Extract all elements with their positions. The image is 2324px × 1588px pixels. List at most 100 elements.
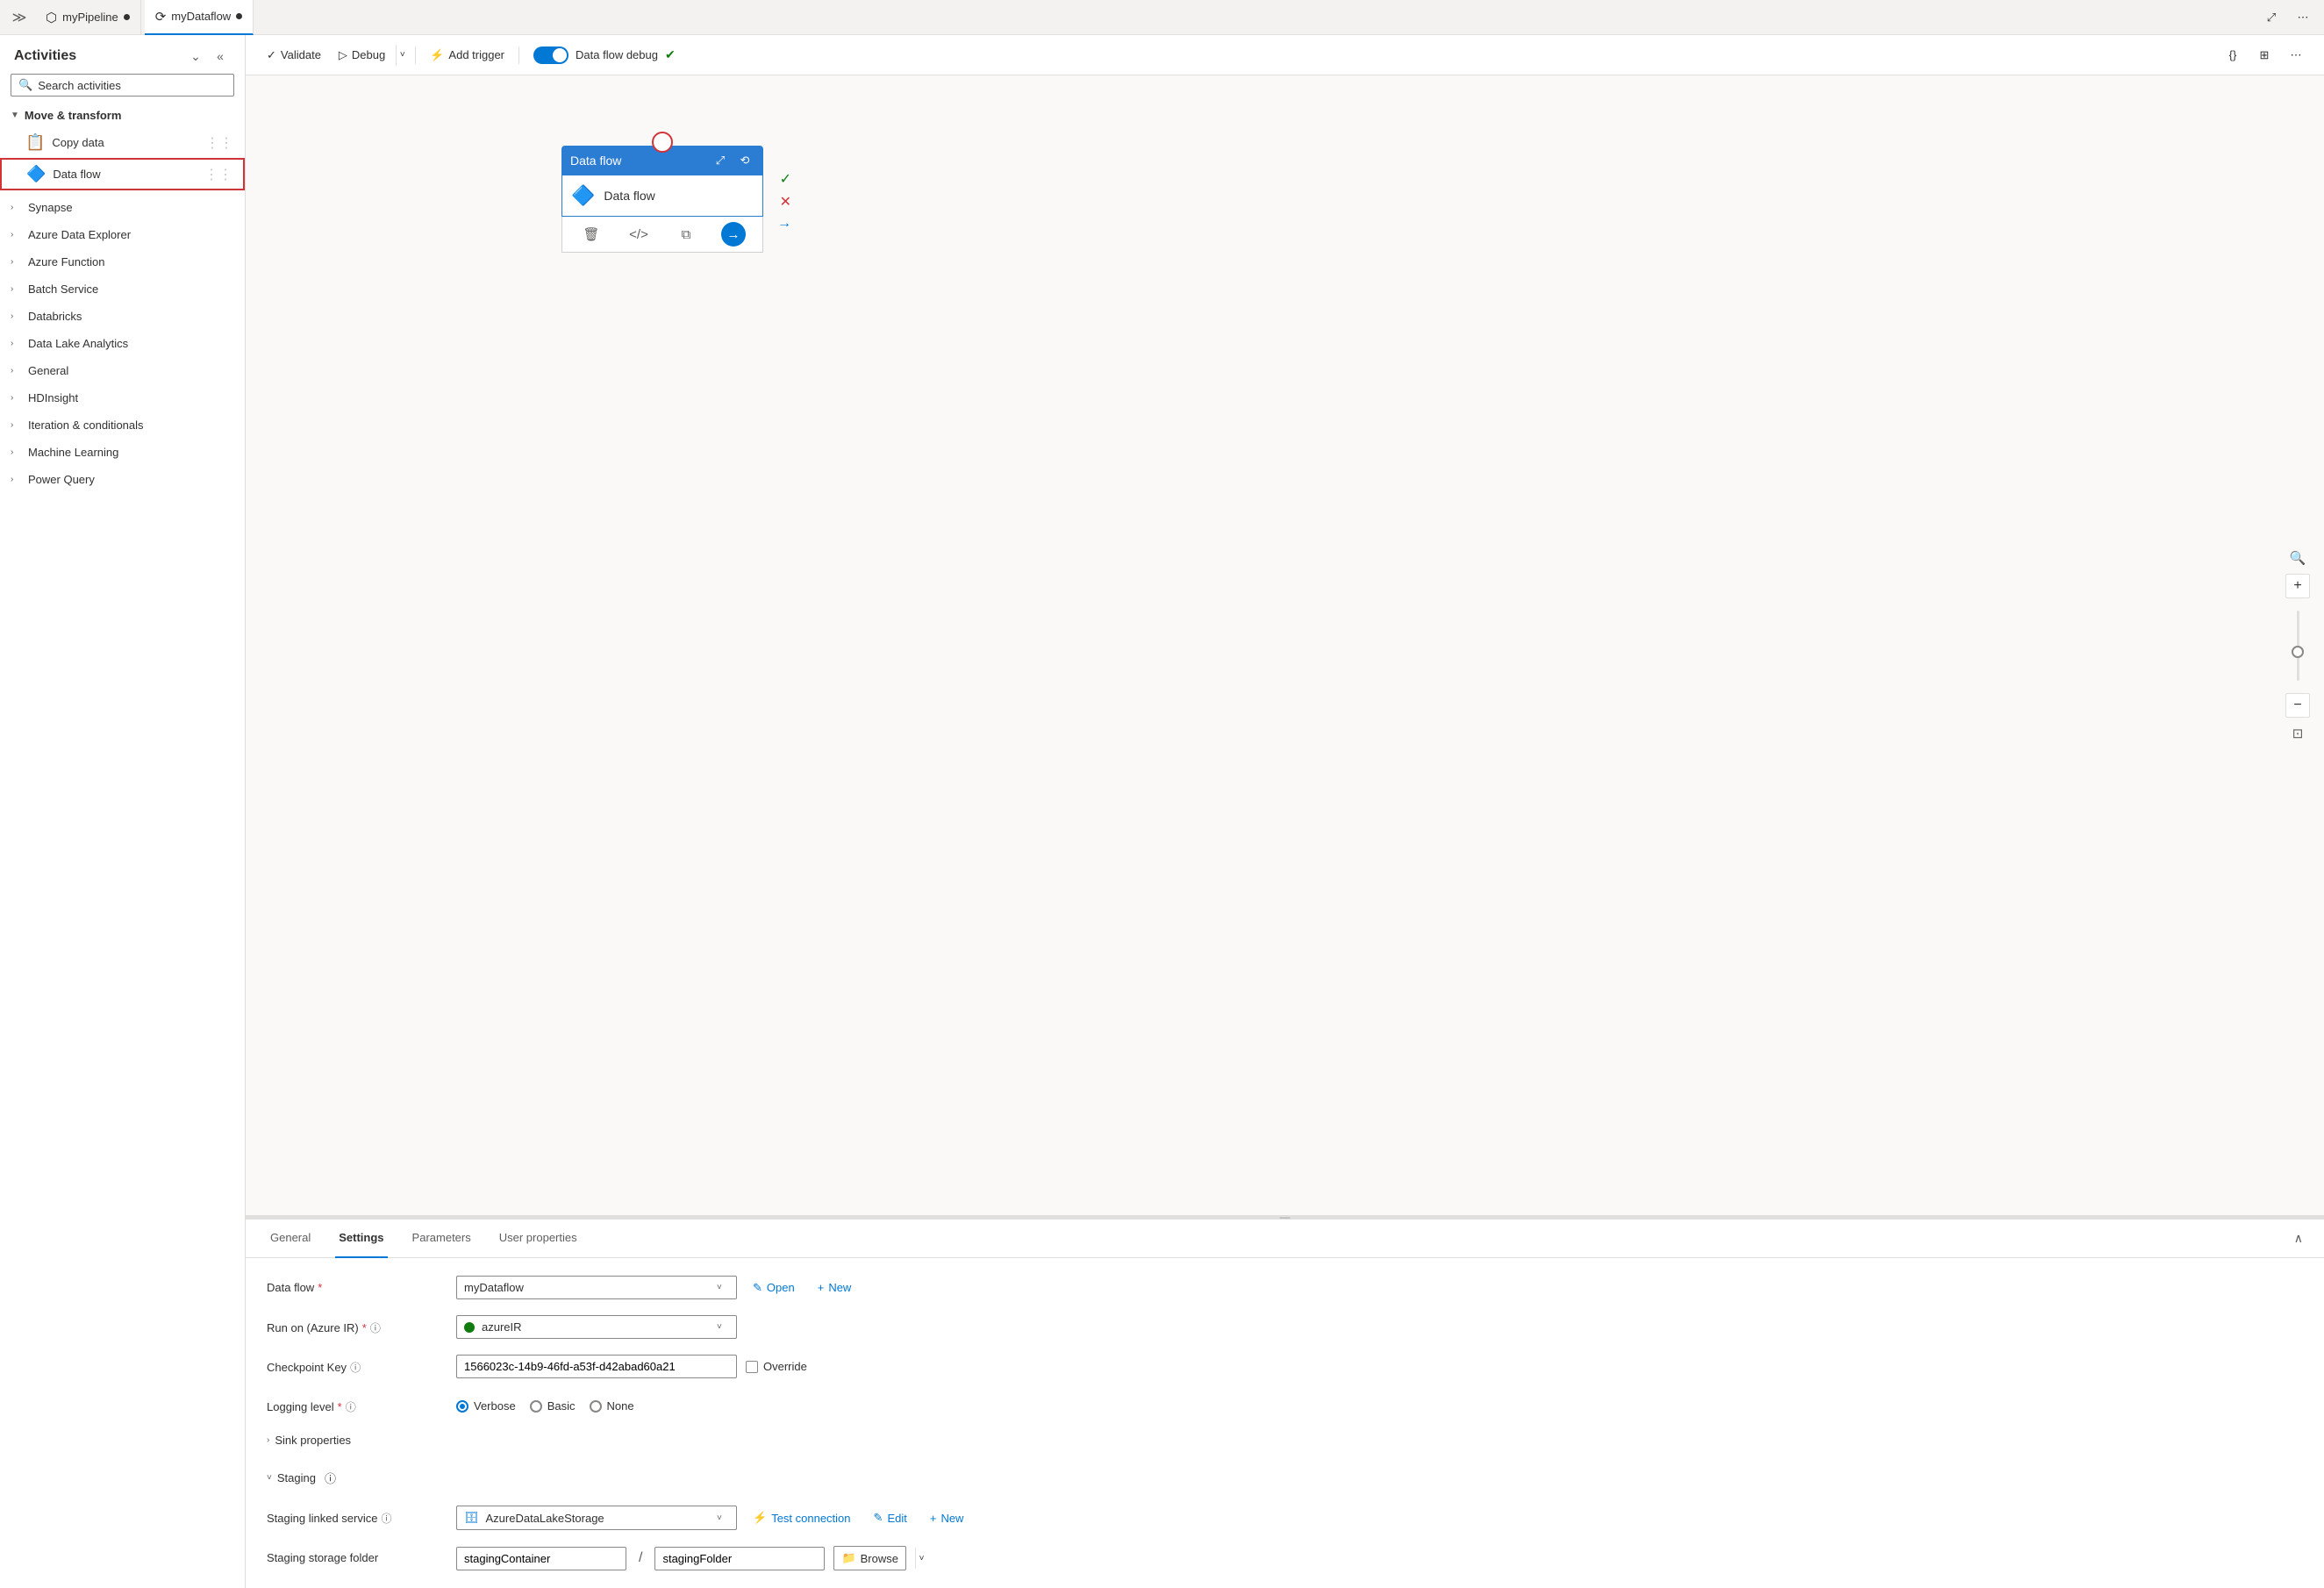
browse-btn[interactable]: 📁 Browse	[833, 1546, 906, 1570]
tab-pipeline[interactable]: ⬡ myPipeline	[35, 0, 141, 35]
node-complete-connector[interactable]: →	[777, 216, 791, 232]
new-staging-btn[interactable]: + New	[923, 1507, 971, 1529]
zoom-fit-btn[interactable]: ⊡	[2285, 721, 2310, 746]
code-icon-btn[interactable]: {}	[2219, 41, 2247, 69]
none-radio-btn[interactable]	[590, 1400, 602, 1413]
toggle-knob	[553, 48, 567, 62]
dataflow-tab-label: myDataflow	[171, 10, 231, 23]
copy-data-icon: 📋	[25, 133, 45, 152]
chevron-right-icon: ›	[11, 230, 23, 240]
edit-icon: ✎	[874, 1511, 883, 1525]
settings-collapse-btn[interactable]: ∧	[2294, 1231, 2303, 1246]
settings-tabs: General Settings Parameters User propert…	[246, 1220, 2324, 1258]
staging-folder-input[interactable]	[654, 1547, 825, 1570]
section-databricks-header[interactable]: › Databricks	[0, 304, 245, 328]
zoom-controls: 🔍 + − ⊡	[2285, 546, 2310, 746]
staging-chevron-icon: ˅	[267, 1473, 272, 1483]
section-data-lake-analytics-header[interactable]: › Data Lake Analytics	[0, 332, 245, 355]
data-flow-label: Data flow	[53, 168, 100, 181]
zoom-in-btn[interactable]: +	[2285, 574, 2310, 598]
canvas-area[interactable]: Data flow ⤢ ⟲ 🔷 Data flow 🗑 </> ⧉	[246, 75, 2324, 1215]
staging-info-icon[interactable]: ⓘ	[325, 1470, 336, 1486]
zoom-out-btn[interactable]: −	[2285, 693, 2310, 718]
edit-staging-btn[interactable]: ✎ Edit	[867, 1506, 914, 1529]
tab-general[interactable]: General	[267, 1220, 314, 1258]
open-dataflow-btn[interactable]: ✎ Open	[746, 1277, 802, 1299]
search-box[interactable]: 🔍	[11, 74, 234, 97]
drag-handle[interactable]: ⋮⋮	[205, 134, 233, 152]
drag-handle-dataflow[interactable]: ⋮⋮	[204, 166, 232, 183]
tab-dataflow[interactable]: ⟳ myDataflow	[145, 0, 254, 35]
verbose-radio-btn[interactable]	[456, 1400, 468, 1413]
section-synapse-header[interactable]: › Synapse	[0, 196, 245, 219]
node-copy-btn[interactable]: ⧉	[674, 222, 698, 247]
run-on-dropdown[interactable]: azureIR ˅	[456, 1315, 737, 1339]
node-connect-circle[interactable]	[652, 132, 673, 153]
zoom-thumb[interactable]	[2292, 646, 2304, 658]
staging-container-input[interactable]	[456, 1547, 626, 1570]
section-batch-service-header[interactable]: › Batch Service	[0, 277, 245, 301]
node-more-btn[interactable]: ⟲	[735, 151, 754, 170]
checkpoint-key-input[interactable]	[456, 1355, 737, 1378]
tab-parameters[interactable]: Parameters	[409, 1220, 475, 1258]
test-connection-btn[interactable]: ⚡ Test connection	[746, 1506, 858, 1529]
activity-copy-data[interactable]: 📋 Copy data ⋮⋮	[0, 127, 245, 158]
more-options-btn[interactable]: ⋯	[2289, 4, 2317, 32]
staging-section[interactable]: ˅ Staging ⓘ	[267, 1466, 2303, 1490]
maximize-btn[interactable]: ⤢	[2257, 4, 2285, 32]
section-iteration-conditionals-header[interactable]: › Iteration & conditionals	[0, 413, 245, 437]
section-hdinsight-header[interactable]: › HDInsight	[0, 386, 245, 410]
expand-btn[interactable]: ≫	[7, 5, 32, 30]
node-delete-btn[interactable]: 🗑	[579, 222, 604, 247]
new-dataflow-btn[interactable]: + New	[811, 1277, 859, 1298]
checkpoint-info-icon[interactable]: ⓘ	[350, 1360, 361, 1375]
checkpoint-field: Override	[456, 1355, 2303, 1378]
hide-sidebar-btn[interactable]: «	[210, 46, 231, 67]
data-flow-debug-toggle[interactable]	[533, 46, 568, 64]
sink-properties-section[interactable]: › Sink properties	[267, 1430, 2303, 1450]
section-azure-data-explorer-header[interactable]: › Azure Data Explorer	[0, 223, 245, 247]
tab-settings[interactable]: Settings	[335, 1220, 387, 1258]
activity-data-flow[interactable]: 🔷 Data flow ⋮⋮	[0, 158, 245, 190]
activities-list: ▼ Move & transform 📋 Copy data ⋮⋮ 🔷 Data…	[0, 104, 245, 1588]
override-checkbox[interactable]	[746, 1361, 758, 1373]
data-flow-dropdown[interactable]: myDataflow ˅	[456, 1276, 737, 1299]
node-run-btn[interactable]: →	[721, 222, 746, 247]
section-azure-function-header[interactable]: › Azure Function	[0, 250, 245, 274]
debug-button[interactable]: ▷ Debug	[332, 45, 392, 66]
radio-verbose[interactable]: Verbose	[456, 1399, 516, 1413]
data-flow-dropdown-value: myDataflow	[464, 1281, 524, 1294]
logging-info-icon[interactable]: ⓘ	[346, 1399, 356, 1414]
add-trigger-button[interactable]: ⚡ Add trigger	[423, 45, 511, 66]
more-menu-btn[interactable]: ⋯	[2282, 41, 2310, 69]
run-on-chevron-icon: ˅	[717, 1322, 729, 1332]
section-machine-learning: › Machine Learning	[0, 439, 245, 466]
debug-dropdown[interactable]: ˅	[396, 45, 408, 66]
storage-icon: 🗄	[464, 1511, 479, 1525]
collapse-left-btn[interactable]: ⌄	[185, 46, 206, 67]
node-success-connector[interactable]: ✓	[780, 170, 791, 188]
staging-linked-service-dropdown[interactable]: 🗄 AzureDataLakeStorage ˅	[456, 1506, 737, 1530]
run-on-info-icon[interactable]: ⓘ	[370, 1320, 381, 1335]
section-power-query-header[interactable]: › Power Query	[0, 468, 245, 491]
section-move-transform-header[interactable]: ▼ Move & transform	[0, 104, 245, 127]
radio-basic[interactable]: Basic	[530, 1399, 576, 1413]
zoom-search-btn[interactable]: 🔍	[2285, 546, 2310, 570]
search-input[interactable]	[38, 79, 226, 92]
validate-button[interactable]: ✓ Validate	[260, 45, 328, 66]
zoom-slider[interactable]	[2297, 602, 2299, 690]
node-fail-connector[interactable]: ✕	[780, 193, 791, 211]
section-general-header[interactable]: › General	[0, 359, 245, 383]
override-checkbox-container[interactable]: Override	[746, 1360, 807, 1373]
tab-bar: ≫ ⬡ myPipeline ⟳ myDataflow ⤢ ⋯	[0, 0, 2324, 35]
node-open-btn[interactable]: ⤢	[711, 151, 730, 170]
staging-folder-field: / 📁 Browse ˅	[456, 1546, 2303, 1570]
browse-dropdown-btn[interactable]: ˅	[915, 1548, 927, 1569]
basic-radio-btn[interactable]	[530, 1400, 542, 1413]
node-code-btn[interactable]: </>	[626, 222, 651, 247]
table-view-btn[interactable]: ⊞	[2250, 41, 2278, 69]
staging-linked-info-icon[interactable]: ⓘ	[381, 1511, 391, 1526]
section-machine-learning-header[interactable]: › Machine Learning	[0, 440, 245, 464]
radio-none[interactable]: None	[590, 1399, 634, 1413]
tab-user-properties[interactable]: User properties	[496, 1220, 581, 1258]
